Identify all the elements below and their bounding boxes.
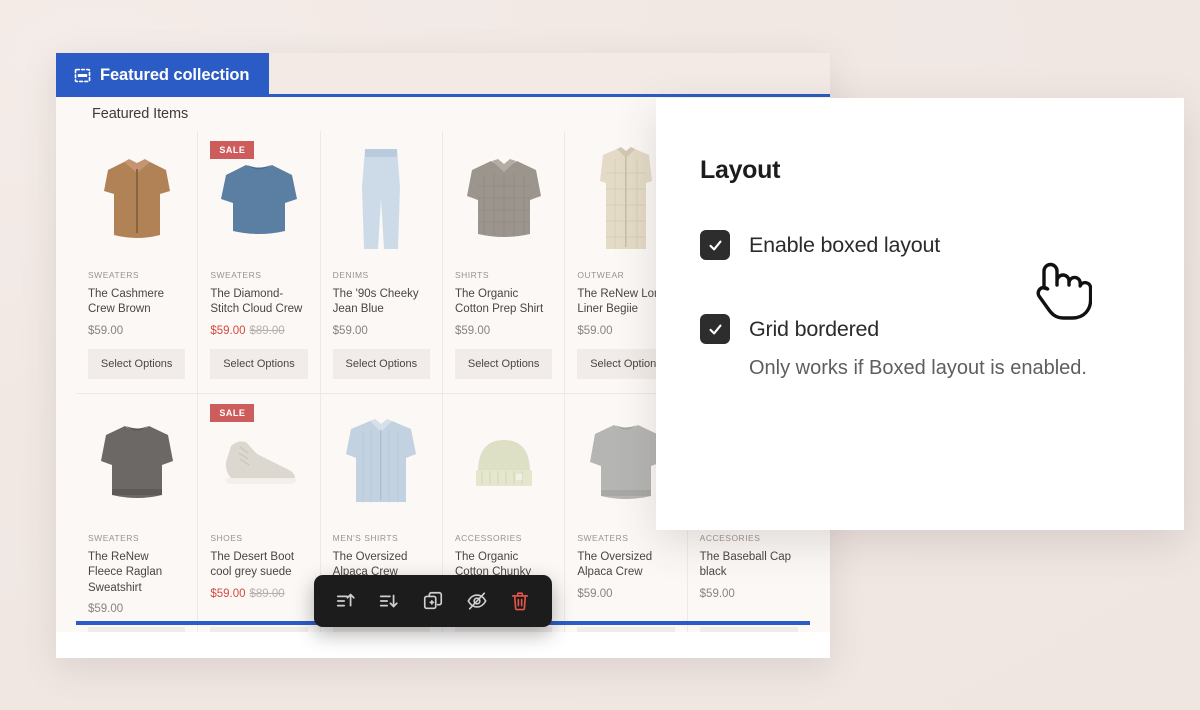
duplicate-icon[interactable] [418, 586, 448, 616]
select-options-button[interactable]: Select Options [88, 627, 186, 632]
product-title: The '90s Cheeky Jean Blue [332, 288, 419, 316]
sale-badge: SALE [210, 141, 255, 159]
section-collection-icon [74, 67, 91, 84]
product-category: DENIMS [332, 270, 369, 280]
panel-title: Layout [700, 156, 781, 184]
option-label: Enable boxed layout [749, 232, 941, 257]
section-action-toolbar [314, 575, 552, 627]
price-current: $59.00 [577, 587, 613, 600]
product-category: SHOES [210, 533, 243, 544]
sale-badge: SALE [210, 404, 255, 423]
product-category: ACCESSORIES [455, 533, 522, 544]
select-options-button[interactable]: Select Options [455, 627, 553, 632]
select-options-button[interactable]: Select Options [577, 627, 675, 632]
hand-pointer-cursor [1022, 258, 1093, 331]
product-title: The Cashmere Crew Brown [88, 288, 165, 316]
option-label: Grid bordered [749, 316, 880, 341]
price-compare: $89.00 [249, 324, 285, 337]
product-thumbnail [333, 404, 430, 519]
product-thumbnail: SALE [210, 404, 307, 519]
layout-settings-panel: Layout Enable boxed layout Grid bordered… [656, 98, 1184, 530]
product-card[interactable]: SALE SWEATERS The Diamond-Stitch Cloud C… [198, 131, 321, 394]
tab-label: Featured collection [100, 65, 250, 84]
product-card[interactable]: SWEATERS The ReNew Fleece Raglan Sweatsh… [76, 393, 199, 632]
checkbox-enable-boxed-layout[interactable] [700, 230, 730, 260]
tab-active-underline [56, 94, 830, 97]
product-price: $59.00 [333, 324, 430, 340]
product-price: $59.00 [577, 587, 674, 603]
grey-alpaca-crew-image [589, 424, 662, 499]
product-category: MEN'S SHIRTS [332, 533, 399, 544]
desert-boot-image [225, 441, 297, 484]
product-title: The ReNew Fleece Raglan Sweatshirt [88, 551, 163, 594]
price-current: $59.00 [577, 324, 613, 337]
checkbox-grid-bordered[interactable] [700, 314, 730, 344]
product-category: SWEATERS [88, 533, 140, 544]
product-title: The Desert Boot cool grey suede [210, 551, 295, 579]
select-options-button[interactable]: Select Options [88, 349, 186, 380]
move-down-icon[interactable] [374, 586, 404, 616]
product-price: $59.00 [700, 587, 798, 603]
select-options-button[interactable]: Select Options [699, 627, 798, 632]
light-blue-jeans-image [362, 148, 401, 249]
hide-icon[interactable] [462, 586, 492, 616]
option-help-text: Only works if Boxed layout is enabled. [749, 357, 1087, 379]
product-card[interactable]: SALE SHOES The Desert Boot cool grey sue… [198, 393, 321, 632]
product-card[interactable]: SWEATERS The Cashmere Crew Brown $59.00 … [76, 131, 199, 394]
checked-prep-shirt-image [466, 158, 541, 237]
select-options-button[interactable]: Select Options [210, 627, 308, 632]
product-thumbnail: SALE [210, 141, 307, 256]
product-title: The Oversized Alpaca Crew [577, 551, 653, 579]
delete-icon[interactable] [505, 586, 535, 616]
product-category: ACCESORIES [699, 533, 761, 544]
price-current: $59.00 [332, 324, 368, 337]
product-thumbnail [455, 141, 552, 256]
tab-strip: Featured collection [56, 53, 830, 97]
price-current: $59.00 [210, 324, 246, 337]
blue-crew-sweater-image [220, 164, 297, 234]
select-options-button[interactable]: Select Options [332, 349, 430, 380]
product-title: The Baseball Cap black [699, 551, 792, 579]
price-current: $59.00 [210, 587, 246, 600]
brown-zip-sweater-image [103, 158, 170, 238]
dark-grey-sweatshirt-image [100, 425, 173, 498]
product-price: $59.00 [88, 602, 185, 618]
product-card[interactable]: SHIRTS The Organic Cotton Prep Shirt $59… [443, 131, 566, 394]
price-compare: $89.00 [249, 587, 285, 600]
price-current: $59.00 [88, 324, 124, 337]
product-thumbnail [455, 404, 552, 519]
product-price: $59.00 [455, 324, 552, 340]
option-enable-boxed-layout[interactable]: Enable boxed layout [700, 230, 1140, 260]
cream-quilted-coat-image [599, 146, 652, 249]
product-title: The Organic Cotton Prep Shirt [455, 288, 544, 316]
cream-beanie-image [475, 439, 532, 486]
price-current: $59.00 [88, 602, 124, 615]
select-options-button[interactable]: Select Options [210, 349, 308, 380]
product-thumbnail [333, 141, 430, 256]
product-card[interactable]: DENIMS The '90s Cheeky Jean Blue $59.00 … [321, 131, 443, 394]
light-blue-shirt-image [346, 418, 417, 502]
product-price: $59.00 $89.00 [210, 324, 307, 340]
select-options-button[interactable]: Select Options [455, 349, 553, 380]
select-options-button[interactable]: Select Options [332, 627, 430, 632]
product-category: SWEATERS [88, 270, 140, 280]
product-category: SWEATERS [210, 270, 262, 280]
price-current: $59.00 [455, 324, 491, 337]
product-price: $59.00 [88, 324, 185, 340]
product-thumbnail [88, 141, 185, 256]
product-title: The Diamond-Stitch Cloud Crew [210, 288, 303, 316]
product-price: $59.00 $89.00 [210, 587, 307, 603]
price-current: $59.00 [699, 587, 735, 600]
section-heading-label: Featured Items [92, 106, 189, 122]
move-up-icon[interactable] [331, 586, 361, 616]
product-category: SHIRTS [455, 270, 490, 280]
product-thumbnail [88, 404, 185, 519]
product-category: SWEATERS [577, 533, 629, 544]
tab-featured-collection[interactable]: Featured collection [56, 53, 270, 97]
